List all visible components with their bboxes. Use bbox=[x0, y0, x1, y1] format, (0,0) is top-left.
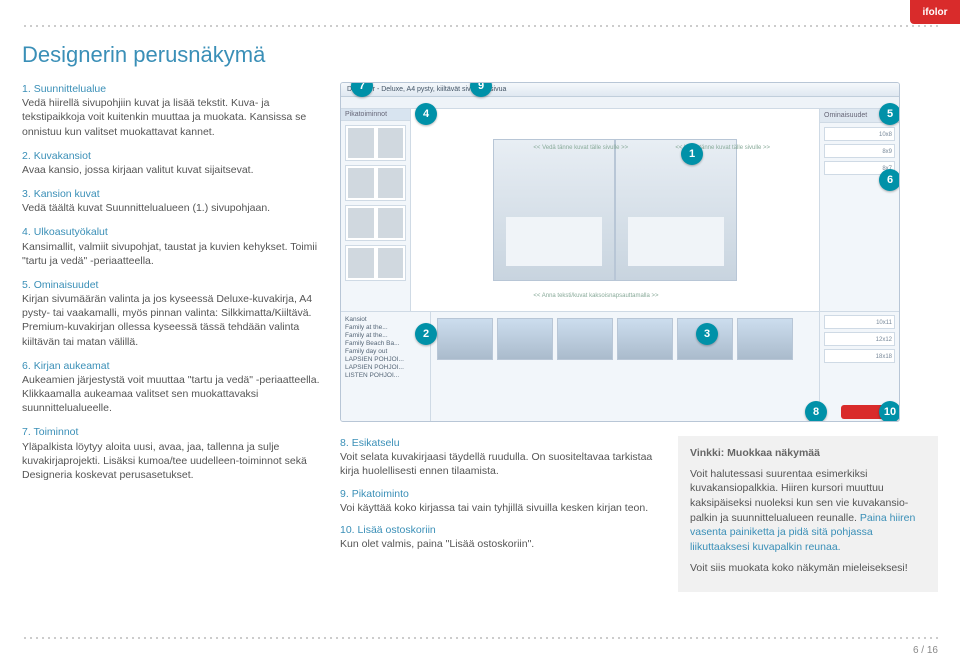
image-thumb bbox=[497, 318, 553, 360]
item-1: 1. SuunnittelualueVedä hiirellä sivupohj… bbox=[22, 82, 322, 139]
image-thumb bbox=[557, 318, 613, 360]
callout-badge-1: 1 bbox=[681, 143, 703, 165]
page-right bbox=[615, 139, 737, 280]
image-thumb bbox=[617, 318, 673, 360]
callout-badge-10: 10 bbox=[879, 401, 900, 422]
callout-badge-2: 2 bbox=[415, 323, 437, 345]
right-panel: Ominaisuudet 10x8 8x9 8x7 bbox=[819, 109, 899, 311]
dotted-rule-bottom bbox=[22, 636, 938, 640]
size-opt: 10x8 bbox=[824, 127, 895, 141]
image-thumb bbox=[737, 318, 793, 360]
instructions-left: 1. SuunnittelualueVedä hiirellä sivupohj… bbox=[22, 82, 322, 592]
callout-badge-3: 3 bbox=[696, 323, 718, 345]
callout-badge-8: 8 bbox=[805, 401, 827, 422]
page-title: Designerin perusnäkymä bbox=[22, 42, 938, 68]
item-2: 2. KuvakansiotAvaa kansio, jossa kirjaan… bbox=[22, 149, 322, 177]
item-5: 5. OminaisuudetKirjan sivumäärän valinta… bbox=[22, 278, 322, 349]
image-thumbs bbox=[431, 312, 819, 421]
page-number: 6 / 16 bbox=[913, 645, 938, 656]
hint-text: << Vedä tänne kuvat tälle sivulle >> bbox=[533, 145, 628, 151]
hint-text: << Anna teksti/kuvat kaksoisnapsauttamal… bbox=[533, 293, 658, 299]
layout-thumb bbox=[345, 205, 406, 241]
layout-thumb bbox=[345, 245, 406, 281]
design-canvas: << Vedä tänne kuvat tälle sivulle >> << … bbox=[411, 109, 819, 311]
callout-badge-6: 6 bbox=[879, 169, 900, 191]
left-panel: Pikatoiminnot bbox=[341, 109, 411, 311]
window-title: Designer - Deluxe, A4 pysty, kiiltävät s… bbox=[341, 83, 899, 97]
item-10: 10. Lisää ostoskoriinKun olet valmis, pa… bbox=[340, 523, 654, 551]
item-7: 7. ToiminnotYläpalkista löytyy aloita uu… bbox=[22, 425, 322, 482]
item-4: 4. UlkoasutyökalutKansimallit, valmiit s… bbox=[22, 225, 322, 268]
layout-thumb bbox=[345, 165, 406, 201]
size-opt: 8x9 bbox=[824, 144, 895, 158]
callout-badge-5: 5 bbox=[879, 103, 900, 125]
instructions-mid: 8. EsikatseluVoit selata kuvakirjaasi tä… bbox=[340, 436, 654, 592]
layout-thumb bbox=[345, 125, 406, 161]
brand-logo: ifolor bbox=[910, 0, 960, 24]
tip-title: Vinkki: Muokkaa näkymää bbox=[690, 446, 926, 461]
callout-badge-4: 4 bbox=[415, 103, 437, 125]
dotted-rule-top bbox=[22, 24, 938, 28]
item-8: 8. EsikatseluVoit selata kuvakirjaasi tä… bbox=[340, 436, 654, 479]
app-screenshot: Designer - Deluxe, A4 pysty, kiiltävät s… bbox=[340, 82, 900, 422]
side-tab: Pikatoiminnot bbox=[341, 109, 410, 121]
item-3: 3. Kansion kuvatVedä täältä kuvat Suunni… bbox=[22, 187, 322, 215]
image-thumb bbox=[437, 318, 493, 360]
item-6: 6. Kirjan aukeamatAukeamien järjestystä … bbox=[22, 359, 322, 416]
tip-box: Vinkki: Muokkaa näkymää Voit halutessasi… bbox=[678, 436, 938, 592]
item-9: 9. PikatoimintoVoi käyttää koko kirjassa… bbox=[340, 487, 654, 515]
page-left bbox=[493, 139, 615, 280]
